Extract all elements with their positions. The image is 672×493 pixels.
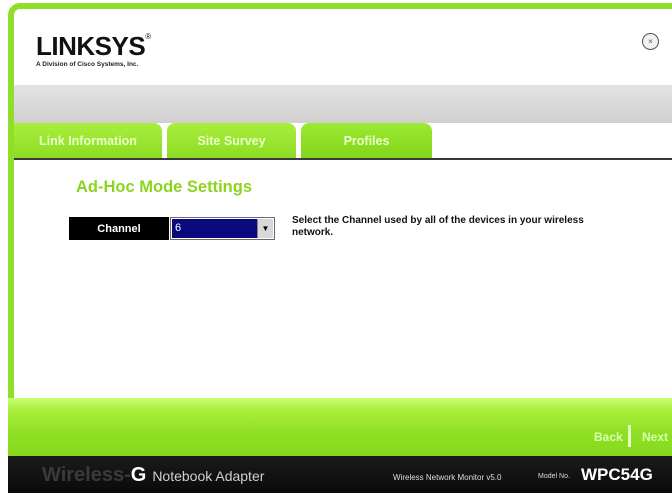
footer-bar: Wireless-G Notebook Adapter Wireless Netw… <box>8 456 672 493</box>
model-label: Model No. <box>538 473 570 480</box>
help-text: Select the Channel used by all of the de… <box>292 215 584 238</box>
header-band <box>14 85 672 123</box>
linksys-logo: LINKSYS® <box>36 31 151 61</box>
monitor-version: Wireless Network Monitor v5.0 <box>393 473 502 482</box>
product-brand: Wireless-G Notebook Adapter <box>42 464 265 486</box>
button-divider <box>628 425 631 447</box>
page-title: Ad-Hoc Mode Settings <box>76 178 252 196</box>
logo-subtitle: A Division of Cisco Systems, Inc. <box>36 61 139 68</box>
main-content: Ad-Hoc Mode Settings Channel 6 ▼ Select … <box>14 160 672 398</box>
next-button[interactable]: Next <box>642 430 668 444</box>
channel-select-value: 6 <box>172 219 257 238</box>
app-window: LINKSYS® A Division of Cisco Systems, In… <box>8 3 672 493</box>
model-number: WPC54G <box>581 465 653 484</box>
close-icon[interactable]: × <box>642 33 659 50</box>
footer-nav-band <box>8 398 672 456</box>
tab-bar: Link Information Site Survey Profiles <box>14 123 672 159</box>
channel-select[interactable]: 6 ▼ <box>170 217 275 240</box>
header: LINKSYS® A Division of Cisco Systems, In… <box>14 9 672 85</box>
back-button[interactable]: Back <box>594 430 623 444</box>
tab-site-survey[interactable]: Site Survey <box>167 123 296 159</box>
chevron-down-icon[interactable]: ▼ <box>257 219 273 238</box>
tab-link-information[interactable]: Link Information <box>14 123 162 159</box>
tab-profiles[interactable]: Profiles <box>301 123 432 159</box>
channel-label: Channel <box>69 217 169 240</box>
